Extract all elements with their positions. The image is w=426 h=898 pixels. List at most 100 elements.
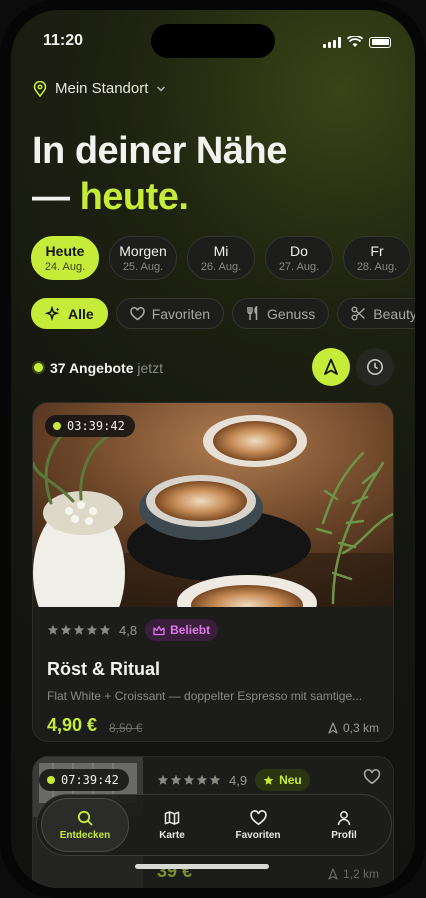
day-name: Do — [290, 243, 308, 259]
heart-icon — [129, 306, 145, 320]
offer-image: 03:39:42 — [33, 403, 393, 607]
time-filter-button[interactable] — [356, 348, 394, 386]
star-icon — [157, 774, 169, 785]
tab-label: Karte — [159, 829, 185, 841]
status-icons — [323, 36, 391, 48]
live-indicator — [34, 363, 43, 372]
timer-dot — [53, 422, 61, 430]
day-chip-tomorrow[interactable]: Morgen 25. Aug. — [109, 236, 177, 280]
page-title: In deiner Nähe — heute. — [32, 128, 287, 220]
star-icon — [73, 624, 85, 635]
location-pin-icon — [33, 80, 47, 97]
navigation-arrow-icon — [328, 868, 338, 880]
tab-map[interactable]: Karte — [129, 798, 215, 852]
rating-value: 4,9 — [229, 772, 248, 788]
home-indicator[interactable] — [135, 864, 269, 869]
offers-suffix: jetzt — [137, 360, 164, 376]
star-rating — [157, 774, 221, 786]
rating-value: 4,8 — [119, 622, 138, 638]
navigation-arrow-icon — [324, 358, 338, 375]
offers-header: 37 Angebote jetzt — [32, 348, 394, 388]
day-chip-friday[interactable]: Fr 28. Aug. — [343, 236, 411, 280]
timer-dot — [47, 776, 55, 784]
headline-accent: heute. — [79, 176, 189, 218]
day-name: Morgen — [119, 243, 167, 259]
signal-icon — [323, 36, 341, 48]
offer-old-price: 8,50 € — [109, 721, 143, 735]
category-label: Favoriten — [151, 305, 211, 322]
search-icon — [77, 810, 93, 825]
tab-profile[interactable]: Profil — [301, 798, 387, 852]
distance-value: 1,2 km — [342, 867, 379, 881]
status-time: 11:20 — [43, 32, 84, 49]
star-icon — [47, 624, 59, 635]
tab-discover[interactable]: Entdecken — [41, 798, 129, 852]
star-icon — [263, 775, 274, 785]
timer-value: 03:39:42 — [67, 419, 125, 433]
location-selector[interactable]: Mein Standort — [33, 80, 166, 97]
favorite-button[interactable] — [363, 769, 381, 790]
star-icon — [196, 774, 208, 785]
headline-line2: — heute. — [32, 174, 287, 220]
distance-value: 0,3 km — [342, 721, 379, 735]
map-icon — [164, 810, 180, 825]
headline-line1: In deiner Nähe — [32, 130, 287, 172]
tab-favorites[interactable]: Favoriten — [215, 798, 301, 852]
day-name: Mi — [213, 243, 229, 259]
day-date: 25. Aug. — [122, 261, 164, 273]
star-icon — [183, 774, 195, 785]
tab-label: Entdecken — [59, 829, 111, 841]
star-rating — [47, 624, 111, 636]
category-chip-all[interactable]: Alle — [31, 298, 108, 329]
clock-icon — [367, 359, 383, 375]
day-chip-today[interactable]: Heute 24. Aug. — [31, 236, 99, 280]
day-name: Fr — [370, 243, 384, 259]
phone-frame: 11:20 Mein Standort In deiner Nähe — heu… — [0, 0, 426, 898]
category-label: Alle — [68, 305, 94, 322]
offer-card[interactable]: 03:39:42 4,8 Beliebt Röst & Ritual Flat … — [32, 402, 394, 742]
heart-icon — [249, 809, 267, 825]
tab-label: Profil — [331, 829, 357, 841]
category-chip-beauty[interactable]: Beauty — [337, 298, 415, 329]
day-chip-thursday[interactable]: Do 27. Aug. — [265, 236, 333, 280]
rating-row: 4,9 Neu — [157, 769, 310, 791]
offer-title: Röst & Ritual — [47, 659, 161, 679]
heart-icon — [363, 769, 381, 785]
day-date: 24. Aug. — [44, 261, 86, 273]
day-date: 26. Aug. — [200, 261, 242, 273]
badge-label: Beliebt — [170, 623, 211, 637]
day-name: Heute — [45, 243, 85, 259]
offer-price: 4,90 € — [47, 715, 98, 735]
battery-icon — [369, 36, 391, 48]
star-icon — [209, 774, 221, 785]
countdown-timer: 07:39:42 — [39, 769, 129, 791]
category-chip-genuss[interactable]: Genuss — [232, 298, 330, 329]
day-selector: Heute 24. Aug. Morgen 25. Aug. Mi 26. Aug. … — [31, 236, 411, 280]
category-filter: Alle Favoriten Genuss Beauty — [31, 298, 415, 329]
offer-description: Flat White + Croissant — doppelter Espre… — [47, 689, 363, 703]
wifi-icon — [347, 36, 363, 47]
star-icon — [86, 624, 98, 635]
category-chip-favorites[interactable]: Favoriten — [115, 298, 225, 329]
cutlery-icon — [247, 306, 258, 320]
offer-distance: 1,2 km — [328, 867, 379, 881]
badge-label: Neu — [279, 773, 302, 787]
offers-count-value: 37 Angebote — [50, 360, 134, 376]
tab-label: Favoriten — [235, 829, 281, 841]
category-label: Genuss — [267, 305, 316, 322]
day-date: 28. Aug. — [356, 261, 398, 273]
app-screen: 11:20 Mein Standort In deiner Nähe — heu… — [11, 10, 415, 888]
rating-row: 4,8 Beliebt — [47, 619, 219, 641]
countdown-timer: 03:39:42 — [45, 415, 135, 437]
day-chip-wednesday[interactable]: Mi 26. Aug. — [187, 236, 255, 280]
scissors-icon — [351, 306, 366, 321]
new-badge: Neu — [255, 769, 310, 791]
offer-distance: 0,3 km — [328, 721, 379, 735]
timer-value: 07:39:42 — [61, 773, 119, 787]
star-icon — [99, 624, 111, 635]
chevron-down-icon — [157, 86, 166, 91]
offers-count: 37 Angebote jetzt — [50, 360, 163, 376]
popular-badge: Beliebt — [145, 619, 219, 641]
navigate-button[interactable] — [312, 348, 350, 386]
dynamic-island — [151, 24, 275, 58]
